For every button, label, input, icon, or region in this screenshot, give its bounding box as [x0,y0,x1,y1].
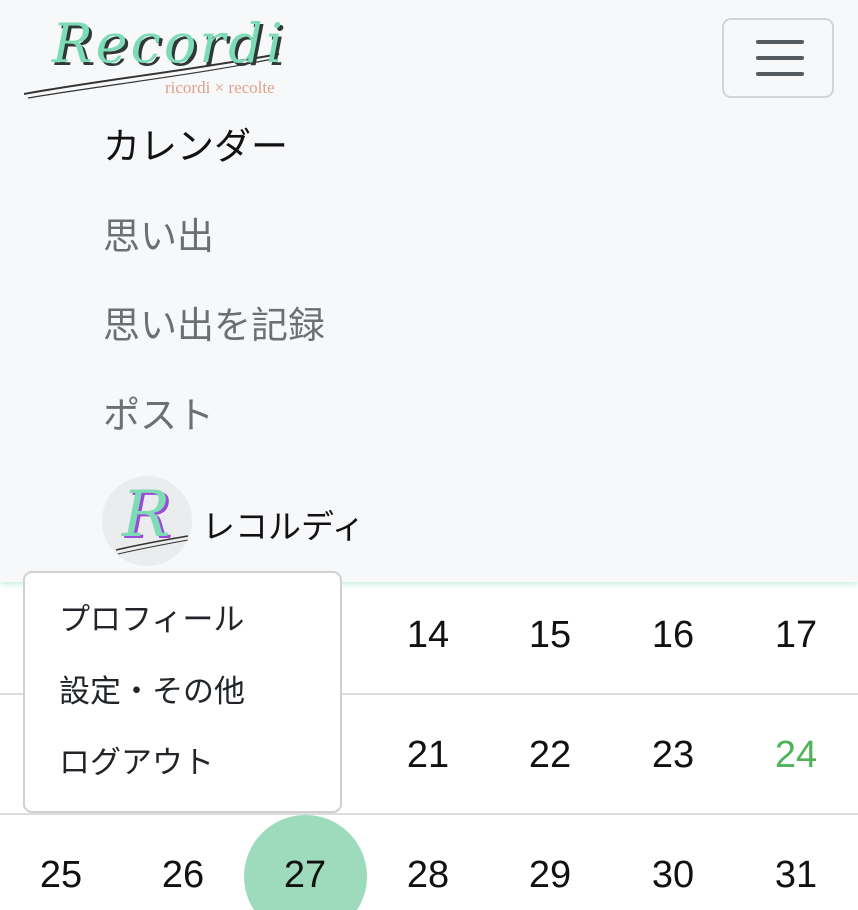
nav-item-post[interactable]: ポスト [103,397,214,434]
avatar-underline-icon [115,535,189,555]
dropdown-item-profile[interactable]: プロフィール [59,605,244,636]
calendar-day[interactable]: 28 [367,815,489,910]
dropdown-item-logout[interactable]: ログアウト [59,748,214,779]
calendar-week: 25 26 27 28 29 30 31 [0,813,858,910]
calendar-day[interactable]: 17 [735,575,857,695]
avatar: R [102,476,192,566]
calendar-day[interactable]: 15 [489,575,611,695]
calendar-day[interactable]: 23 [612,695,734,815]
calendar-day[interactable]: 26 [122,815,244,910]
user-dropdown-menu: プロフィール 設定・その他 ログアウト [23,571,342,813]
calendar-day[interactable]: 29 [489,815,611,910]
dropdown-item-settings[interactable]: 設定・その他 [59,677,245,708]
calendar-day[interactable]: 16 [612,575,734,695]
nav-item-record-memory[interactable]: 思い出を記録 [103,307,325,344]
calendar-day[interactable]: 21 [367,695,489,815]
calendar-day[interactable]: 14 [367,575,489,695]
navbar: Recordi ricordi × recolte カレンダー 思い出 思い出を… [0,0,858,582]
calendar-day-selected[interactable]: 27 [244,815,366,910]
brand-name: Recordi [52,12,287,75]
nav-item-memories[interactable]: 思い出 [103,218,214,255]
calendar-day-highlighted[interactable]: 24 [735,695,857,815]
calendar-day[interactable]: 30 [612,815,734,910]
calendar-day[interactable]: 25 [0,815,122,910]
nav-item-calendar[interactable]: カレンダー [103,128,288,165]
username-label: レコルディ [202,507,365,546]
brand-tagline: ricordi × recolte [165,78,275,97]
calendar-day[interactable]: 22 [489,695,611,815]
brand-logo[interactable]: Recordi ricordi × recolte [22,10,292,105]
calendar-day[interactable]: 31 [735,815,857,910]
navbar-toggler-button[interactable] [722,18,834,98]
